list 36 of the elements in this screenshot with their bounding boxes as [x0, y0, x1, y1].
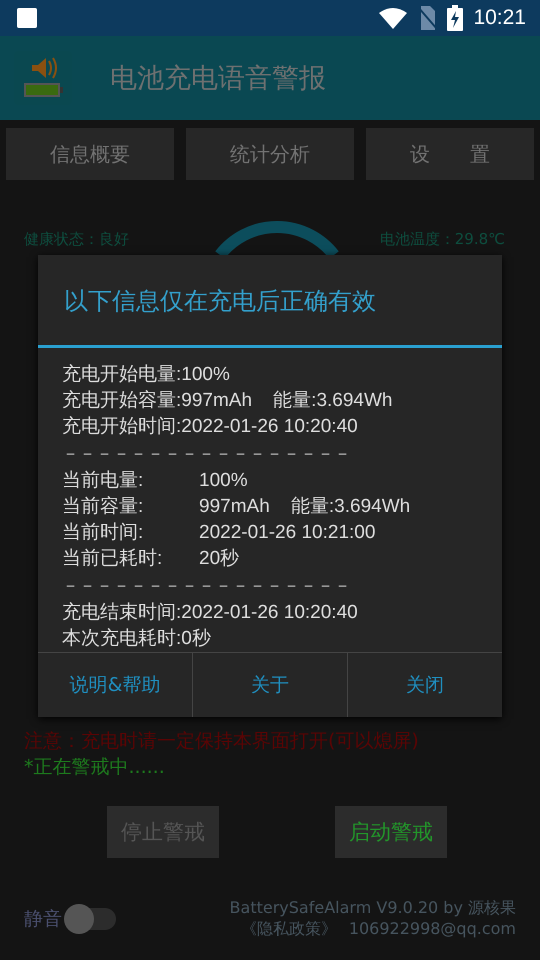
- info-line: 充电结束时间:2022-01-26 10:20:40: [62, 601, 359, 626]
- info-label: 当前容量:: [62, 495, 144, 520]
- dash-separator: －－－－－－－－－－－－－－－－－: [62, 575, 352, 598]
- alarm-button[interactable]: 启动警戒: [335, 806, 447, 858]
- dialog-button[interactable]: 关闭: [347, 653, 502, 717]
- mute-label: 静音: [24, 907, 62, 932]
- battery-charging-icon: [447, 5, 464, 31]
- info-line: 本次充电耗时:0秒: [62, 627, 212, 652]
- wifi-icon: [379, 7, 408, 29]
- health-status: 健康状态：良好: [24, 230, 129, 249]
- info-label: 当前电量:: [62, 469, 144, 494]
- notification-icon: [17, 8, 37, 28]
- app-title: 电池充电语音警报: [110, 62, 326, 96]
- info-label: 当前已耗时:: [62, 547, 164, 572]
- info-value: 997mAh 能量:3.694Wh: [199, 495, 410, 520]
- dialog-button[interactable]: 说明&帮助: [38, 653, 192, 717]
- info-line: 充电开始电量:100%: [62, 363, 231, 388]
- notice-text: 注意：充电时请一定保持本界面打开(可以熄屏): [23, 729, 420, 754]
- dialog-button[interactable]: 关于: [192, 653, 347, 717]
- dash-separator: －－－－－－－－－－－－－－－－－: [62, 443, 352, 466]
- tab[interactable]: 信息概要: [6, 128, 174, 180]
- info-line: 充电开始容量:997mAh 能量:3.694Wh: [62, 389, 394, 414]
- alarm-status: *正在警戒中......: [23, 755, 166, 780]
- tab[interactable]: 设 置: [366, 128, 534, 180]
- email-text: 106922998@qq.com: [348, 919, 516, 940]
- info-value: 20秒: [199, 547, 240, 572]
- battery-temperature: 电池温度：29.8℃: [380, 230, 505, 249]
- version-text: BatterySafeAlarm V9.0.20 by 源核果: [230, 898, 516, 919]
- dialog-title: 以下信息仅在充电后正确有效: [38, 255, 502, 348]
- info-value: 2022-01-26 10:21:00: [199, 521, 376, 546]
- info-value: 100%: [199, 469, 248, 494]
- tab[interactable]: 统计分析: [186, 128, 354, 180]
- info-line: 充电开始时间:2022-01-26 10:20:40: [62, 415, 359, 440]
- clock: 10:21: [473, 6, 526, 30]
- privacy-link[interactable]: 《隐私政策》: [240, 919, 337, 940]
- info-label: 当前时间:: [62, 521, 144, 546]
